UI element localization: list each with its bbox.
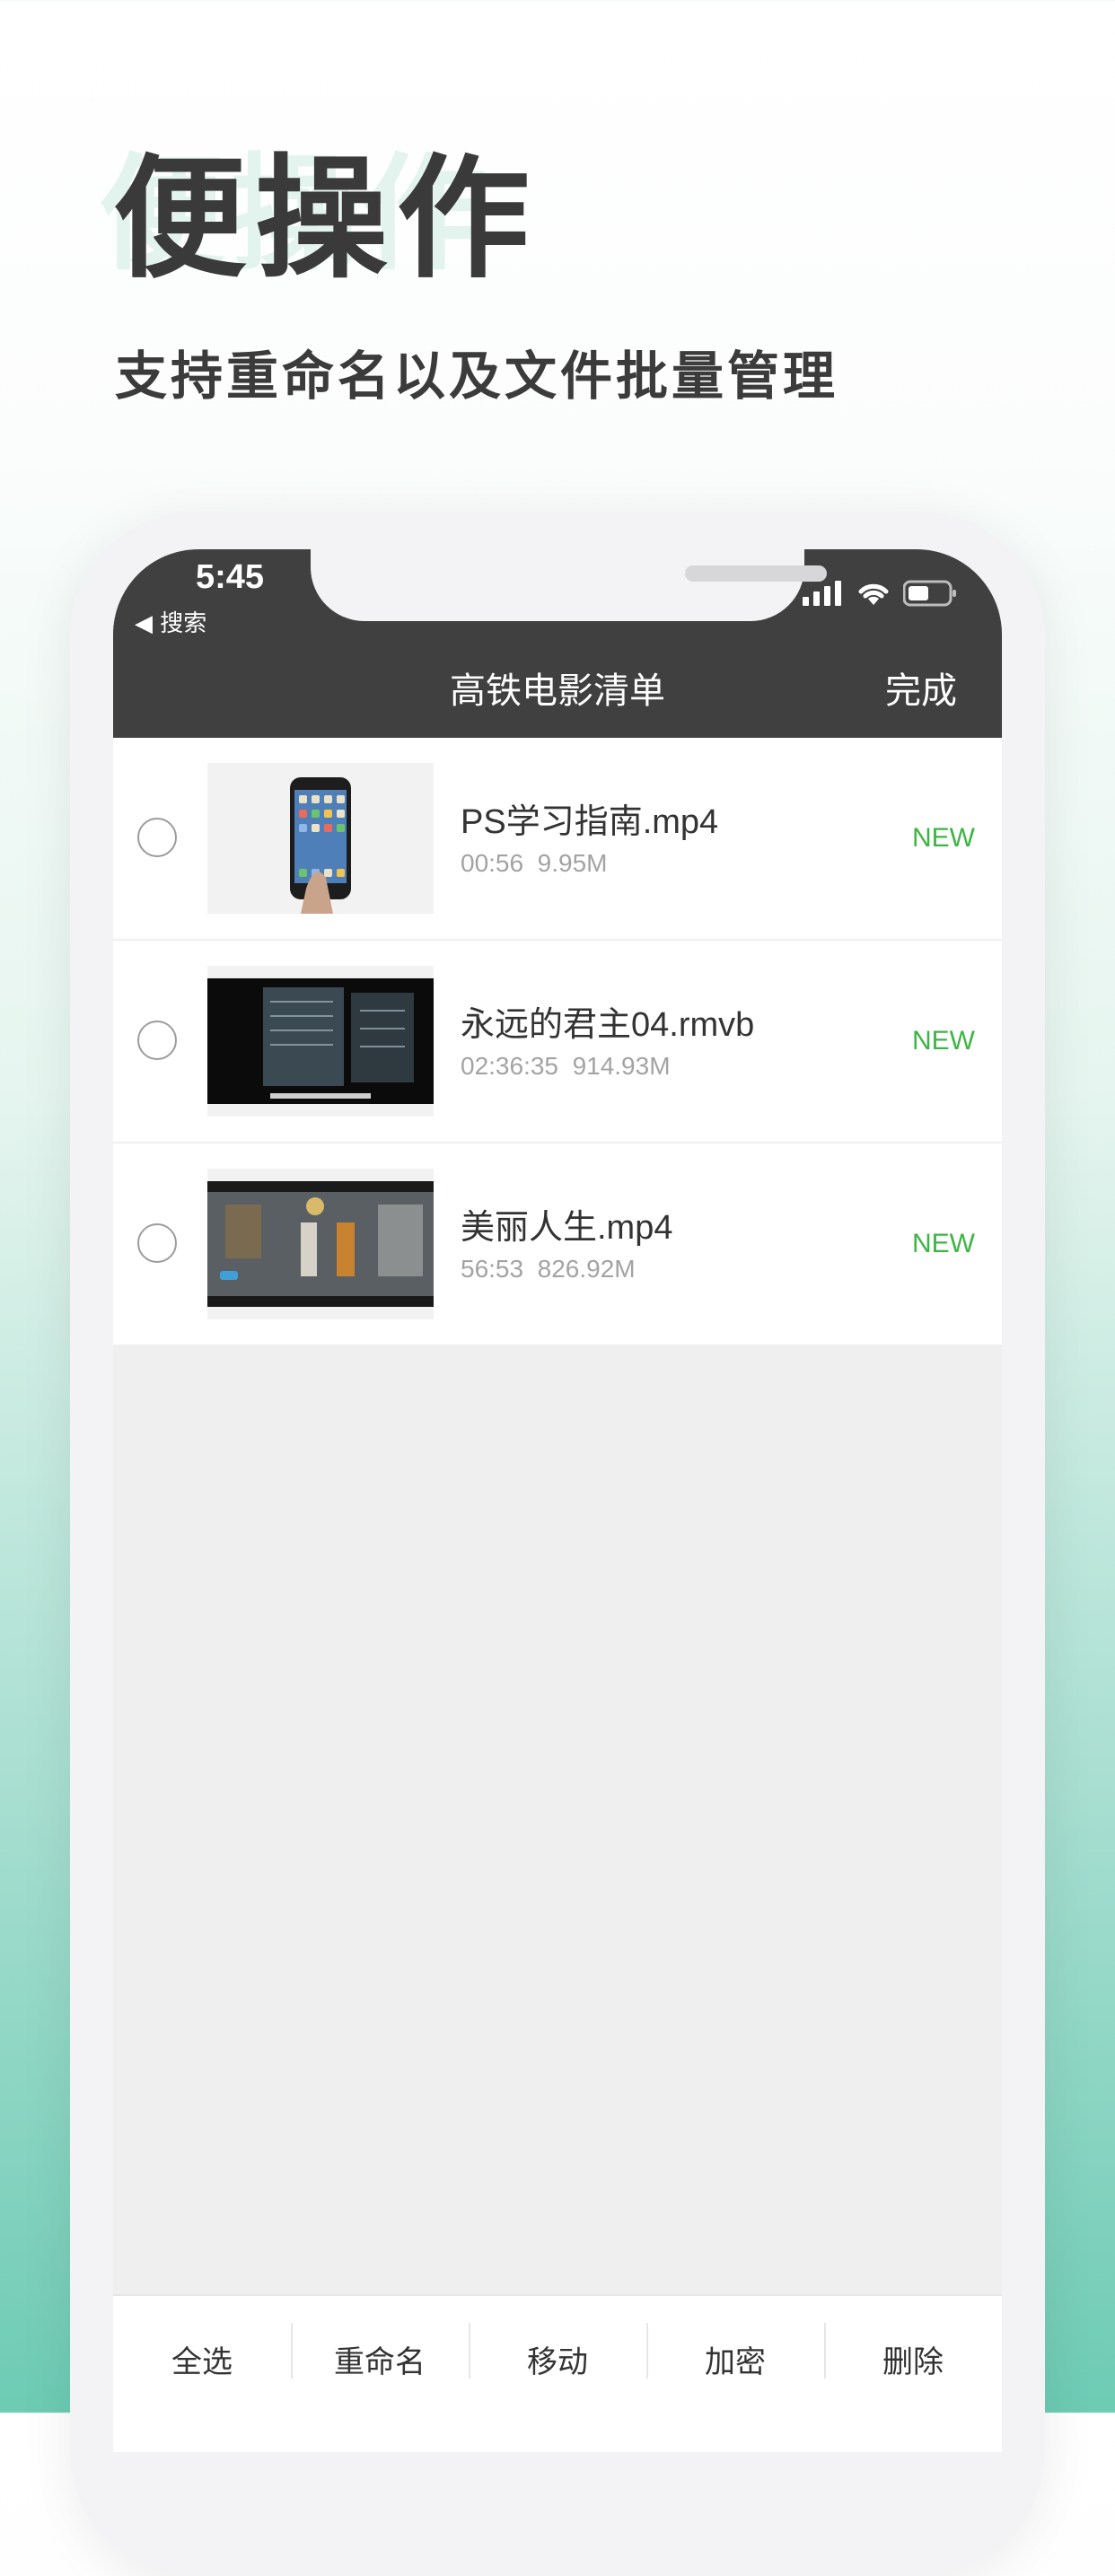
bottom-toolbar: 全选 重命名 移动 加密 删除 <box>113 2294 1002 2452</box>
wifi-icon <box>858 583 889 605</box>
file-duration: 00:56 <box>461 849 524 877</box>
video-thumbnail <box>207 1169 434 1319</box>
file-meta: 02:36:35 914.93M <box>461 1052 671 1081</box>
promo-subtitle: 支持重命名以及文件批量管理 <box>115 346 839 407</box>
file-size: 826.92M <box>537 1255 636 1283</box>
status-bar: 5:45 ◀ 搜索 高铁电影清单 完成 <box>113 549 1002 738</box>
phone-notch <box>311 549 827 621</box>
encrypt-button[interactable]: 加密 <box>646 2296 824 2452</box>
promo-title: 便操作 <box>113 142 539 296</box>
file-row[interactable]: PS学习指南.mp4 00:56 9.95M NEW <box>113 738 1002 941</box>
file-size: 914.93M <box>572 1052 671 1080</box>
file-name: 美丽人生.mp4 <box>461 1209 673 1247</box>
done-button[interactable]: 完成 <box>885 662 957 714</box>
file-size: 9.95M <box>537 849 608 877</box>
back-to-search-link[interactable]: ◀ 搜索 <box>135 605 206 638</box>
select-radio[interactable] <box>137 1021 177 1060</box>
new-badge: NEW <box>912 1026 975 1056</box>
status-time: 5:45 <box>196 558 265 596</box>
file-meta: 56:53 826.92M <box>461 1255 636 1284</box>
file-meta: 00:56 9.95M <box>461 849 607 878</box>
select-all-button[interactable]: 全选 <box>113 2296 291 2452</box>
video-thumbnail <box>207 966 434 1117</box>
file-name: 永远的君主04.rmvb <box>461 1006 755 1044</box>
file-row[interactable]: 美丽人生.mp4 56:53 826.92M NEW <box>113 1143 1002 1346</box>
status-icons <box>803 580 957 607</box>
file-duration: 56:53 <box>461 1255 524 1283</box>
new-badge: NEW <box>912 1229 975 1258</box>
file-row[interactable]: 永远的君主04.rmvb 02:36:35 914.93M NEW <box>113 941 1002 1143</box>
rename-button[interactable]: 重命名 <box>291 2296 469 2452</box>
page-title: 高铁电影清单 <box>450 670 665 712</box>
video-thumbnail <box>207 763 434 914</box>
file-list: PS学习指南.mp4 00:56 9.95M NEW 永远的君主04.rmvb … <box>113 738 1002 1346</box>
select-radio[interactable] <box>137 818 177 857</box>
file-name: PS学习指南.mp4 <box>461 803 719 841</box>
move-button[interactable]: 移动 <box>469 2296 646 2452</box>
phone-screen: 5:45 ◀ 搜索 高铁电影清单 完成 PS学习指南.mp4 00:56 9.9… <box>113 549 1002 2452</box>
select-radio[interactable] <box>137 1223 177 1263</box>
delete-button[interactable]: 删除 <box>824 2296 1002 2452</box>
signal-icon <box>803 581 841 606</box>
battery-icon <box>903 580 956 607</box>
new-badge: NEW <box>912 823 975 853</box>
file-duration: 02:36:35 <box>461 1052 558 1080</box>
